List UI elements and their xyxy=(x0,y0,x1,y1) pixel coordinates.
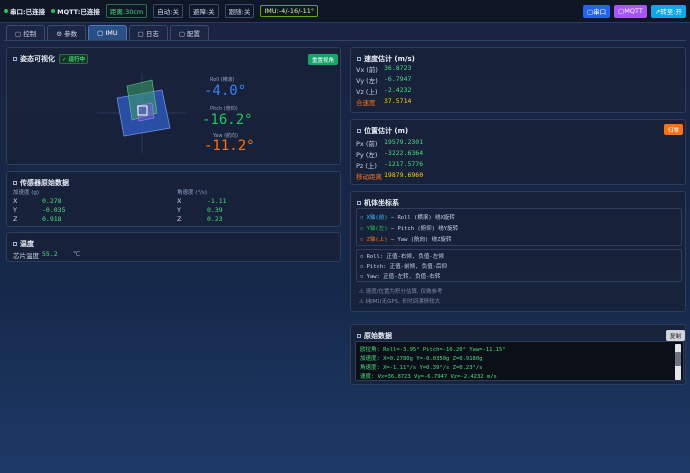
gyro-value-z: 0.23 xyxy=(207,215,223,223)
gyro-row-y: Y xyxy=(177,206,181,214)
vy-value: -6.7947 xyxy=(384,75,412,83)
accel-value-x: 0.278 xyxy=(42,197,62,205)
panel-square-icon xyxy=(357,201,361,205)
panel-square-icon xyxy=(13,181,17,185)
roll-value: -4.0° xyxy=(204,83,247,99)
accel-row-z: Z xyxy=(13,215,18,223)
gyro-row-x: X xyxy=(177,197,182,205)
drift-warning: ⚠ 纯IMU无GPS, 长时间漂移较大 xyxy=(359,299,441,305)
raw-data-title: 原始数据 xyxy=(357,331,392,341)
velocity-panel: 速度估计 (m/s) Vx (前) 36.8723 Vy (左) -6.7947… xyxy=(350,47,686,113)
body-frame-panel: 机体坐标系 ▫ X轴(前) — Roll (横滚) 绕X旋转 ▫ Y轴(左) —… xyxy=(350,191,686,312)
panel-square-icon xyxy=(357,334,361,338)
serial-status-dot-icon xyxy=(4,9,8,13)
integration-warning: ⚠ 速度/位置为积分估算, 仅做参考 xyxy=(359,289,443,295)
follow-status: 跟随:关 xyxy=(224,4,255,18)
distance-total-label: 移动距离 xyxy=(356,173,382,181)
roll-label: Roll (横滚) xyxy=(210,77,235,83)
vz-label: Vz (上) xyxy=(356,88,378,96)
panel-square-icon xyxy=(357,57,361,61)
chip-temp-label: 芯片温度 xyxy=(13,252,39,260)
py-value: -3222.6364 xyxy=(384,149,424,157)
distance-total-value: 19879.6960 xyxy=(384,171,424,179)
tab-config[interactable]: ▢ 配置 xyxy=(169,25,210,40)
yaw-value: -11.2° xyxy=(204,138,255,154)
px-value: 19579.2301 xyxy=(384,138,424,146)
body-frame-title: 机体坐标系 xyxy=(357,198,399,208)
accel-header: 加速度 (g) xyxy=(13,190,40,196)
pz-label: Pz (上) xyxy=(356,162,377,170)
vy-label: Vy (左) xyxy=(356,77,378,85)
auto-status: 自动:关 xyxy=(153,4,183,18)
accel-row-x: X xyxy=(13,197,18,205)
raw-line-gyro: 角速度: X=-1.11°/s Y=0.39°/s Z=0.23°/s xyxy=(360,365,483,371)
serial-status: 串口:已连接 xyxy=(4,6,45,16)
tab-params[interactable]: ⚙ 参数 xyxy=(47,25,87,40)
accel-value-y: -0.035 xyxy=(42,206,66,214)
tab-imu[interactable]: ▢ IMU xyxy=(88,25,127,40)
mqtt-status: MQTT:已连接 xyxy=(51,6,100,16)
raw-line-euler: 欧拉角: Roll=-3.95° Pitch=-16.20° Yaw=-11.1… xyxy=(360,347,506,353)
sensor-panel: 传感器原始数据 加速度 (g) 角速度 (°/s) X 0.278 Y -0.0… xyxy=(6,171,341,227)
velocity-title: 速度估计 (m/s) xyxy=(357,54,415,64)
temperature-panel: 温度 芯片温度 55.2 ℃ xyxy=(6,232,341,262)
pz-value: -1217.5776 xyxy=(384,160,424,168)
roll-sign-note: ▫ Roll: 正值-右倾, 负值-左倾 xyxy=(360,254,444,260)
position-panel: 位置估计 (m) 归零 Px (前) 19579.2301 Py (左) -32… xyxy=(350,119,686,185)
raw-line-velocity: 速度: Vx=36.8723 Vy=-6.7947 Vz=-2.4232 m/s xyxy=(360,374,497,380)
axis-x-legend: ▫ X轴(前) — Roll (横滚) 绕X旋转 xyxy=(360,215,455,221)
running-badge: ✓ 运行中 xyxy=(59,54,89,64)
attitude-title: 姿态可视化 ✓ 运行中 xyxy=(13,54,89,64)
gyro-row-z: Z xyxy=(177,215,182,223)
position-title: 位置估计 (m) xyxy=(357,126,408,136)
mqtt-button[interactable]: ▢MQTT xyxy=(614,4,647,18)
attitude-panel: 姿态可视化 ✓ 运行中 重置视角 Roll (横滚) -4.0° Pitch (… xyxy=(6,47,341,165)
raw-scrollbar-thumb[interactable] xyxy=(675,352,681,366)
gyro-value-y: 0.39 xyxy=(207,206,223,214)
mqtt-status-dot-icon xyxy=(51,9,56,13)
chip-temp-unit: ℃ xyxy=(73,250,81,258)
pitch-value: -16.2° xyxy=(202,112,253,128)
raw-line-accel: 加速度: X=0.2780g Y=-0.0350g Z=0.9180g xyxy=(360,356,483,362)
raw-data-console[interactable]: 欧拉角: Roll=-3.95° Pitch=-16.20° Yaw=-11.1… xyxy=(355,341,684,381)
gyro-value-x: -1.11 xyxy=(207,197,227,205)
accel-row-y: Y xyxy=(13,206,17,214)
speed-total-label: 合速度 xyxy=(356,99,376,107)
vz-value: -2.4232 xyxy=(384,86,412,94)
attitude-3d-view[interactable] xyxy=(92,68,192,158)
panel-square-icon xyxy=(13,57,17,61)
switch-button[interactable]: ↗转至:开 xyxy=(650,4,686,18)
panel-square-icon xyxy=(357,129,361,133)
serial-button[interactable]: ▢串口 xyxy=(583,4,611,18)
copy-button[interactable]: 复制 xyxy=(666,330,685,341)
distance-status: 距离:30cm xyxy=(105,4,148,18)
px-label: Px (前) xyxy=(356,140,378,148)
yaw-sign-note: ▫ Yaw: 正值-左转, 负值-右转 xyxy=(360,274,441,280)
chip-temp-value: 55.2 xyxy=(42,250,58,258)
sensor-title: 传感器原始数据 xyxy=(13,178,69,188)
panel-square-icon xyxy=(13,242,17,246)
axis-z-legend: ▫ Z轴(上) — Yaw (航向) 绕Z旋转 xyxy=(360,237,452,243)
zero-position-button[interactable]: 归零 xyxy=(664,124,684,135)
accel-value-z: 0.918 xyxy=(42,215,62,223)
gyro-header: 角速度 (°/s) xyxy=(177,190,208,196)
vx-value: 36.8723 xyxy=(384,64,412,72)
vx-label: Vx (前) xyxy=(356,66,378,74)
pitch-label: Pitch (俯仰) xyxy=(210,106,238,112)
avoid-status: 避障:关 xyxy=(188,4,219,18)
temperature-title: 温度 xyxy=(13,239,34,249)
speed-total-value: 37.5714 xyxy=(384,97,412,105)
tab-bar: ▢ 控制 ⚙ 参数 ▢ IMU ▢ 日志 ▢ 配置 xyxy=(6,25,210,40)
axis-y-legend: ▫ Y轴(左) — Pitch (俯仰) 绕Y旋转 xyxy=(360,226,459,232)
tab-log[interactable]: ▢ 日志 xyxy=(128,25,168,40)
status-bar: 串口:已连接 MQTT:已连接 距离:30cm 自动:关 避障:关 跟随:关 I… xyxy=(0,0,690,23)
pitch-sign-note: ▫ Pitch: 正值-前倾, 负值-后仰 xyxy=(360,264,448,270)
imu-status: IMU:-4/-16/-11° xyxy=(260,5,319,17)
tab-divider xyxy=(4,40,686,41)
py-label: Py (左) xyxy=(356,151,378,159)
reset-view-button[interactable]: 重置视角 xyxy=(308,54,339,65)
tab-control[interactable]: ▢ 控制 xyxy=(6,25,46,40)
